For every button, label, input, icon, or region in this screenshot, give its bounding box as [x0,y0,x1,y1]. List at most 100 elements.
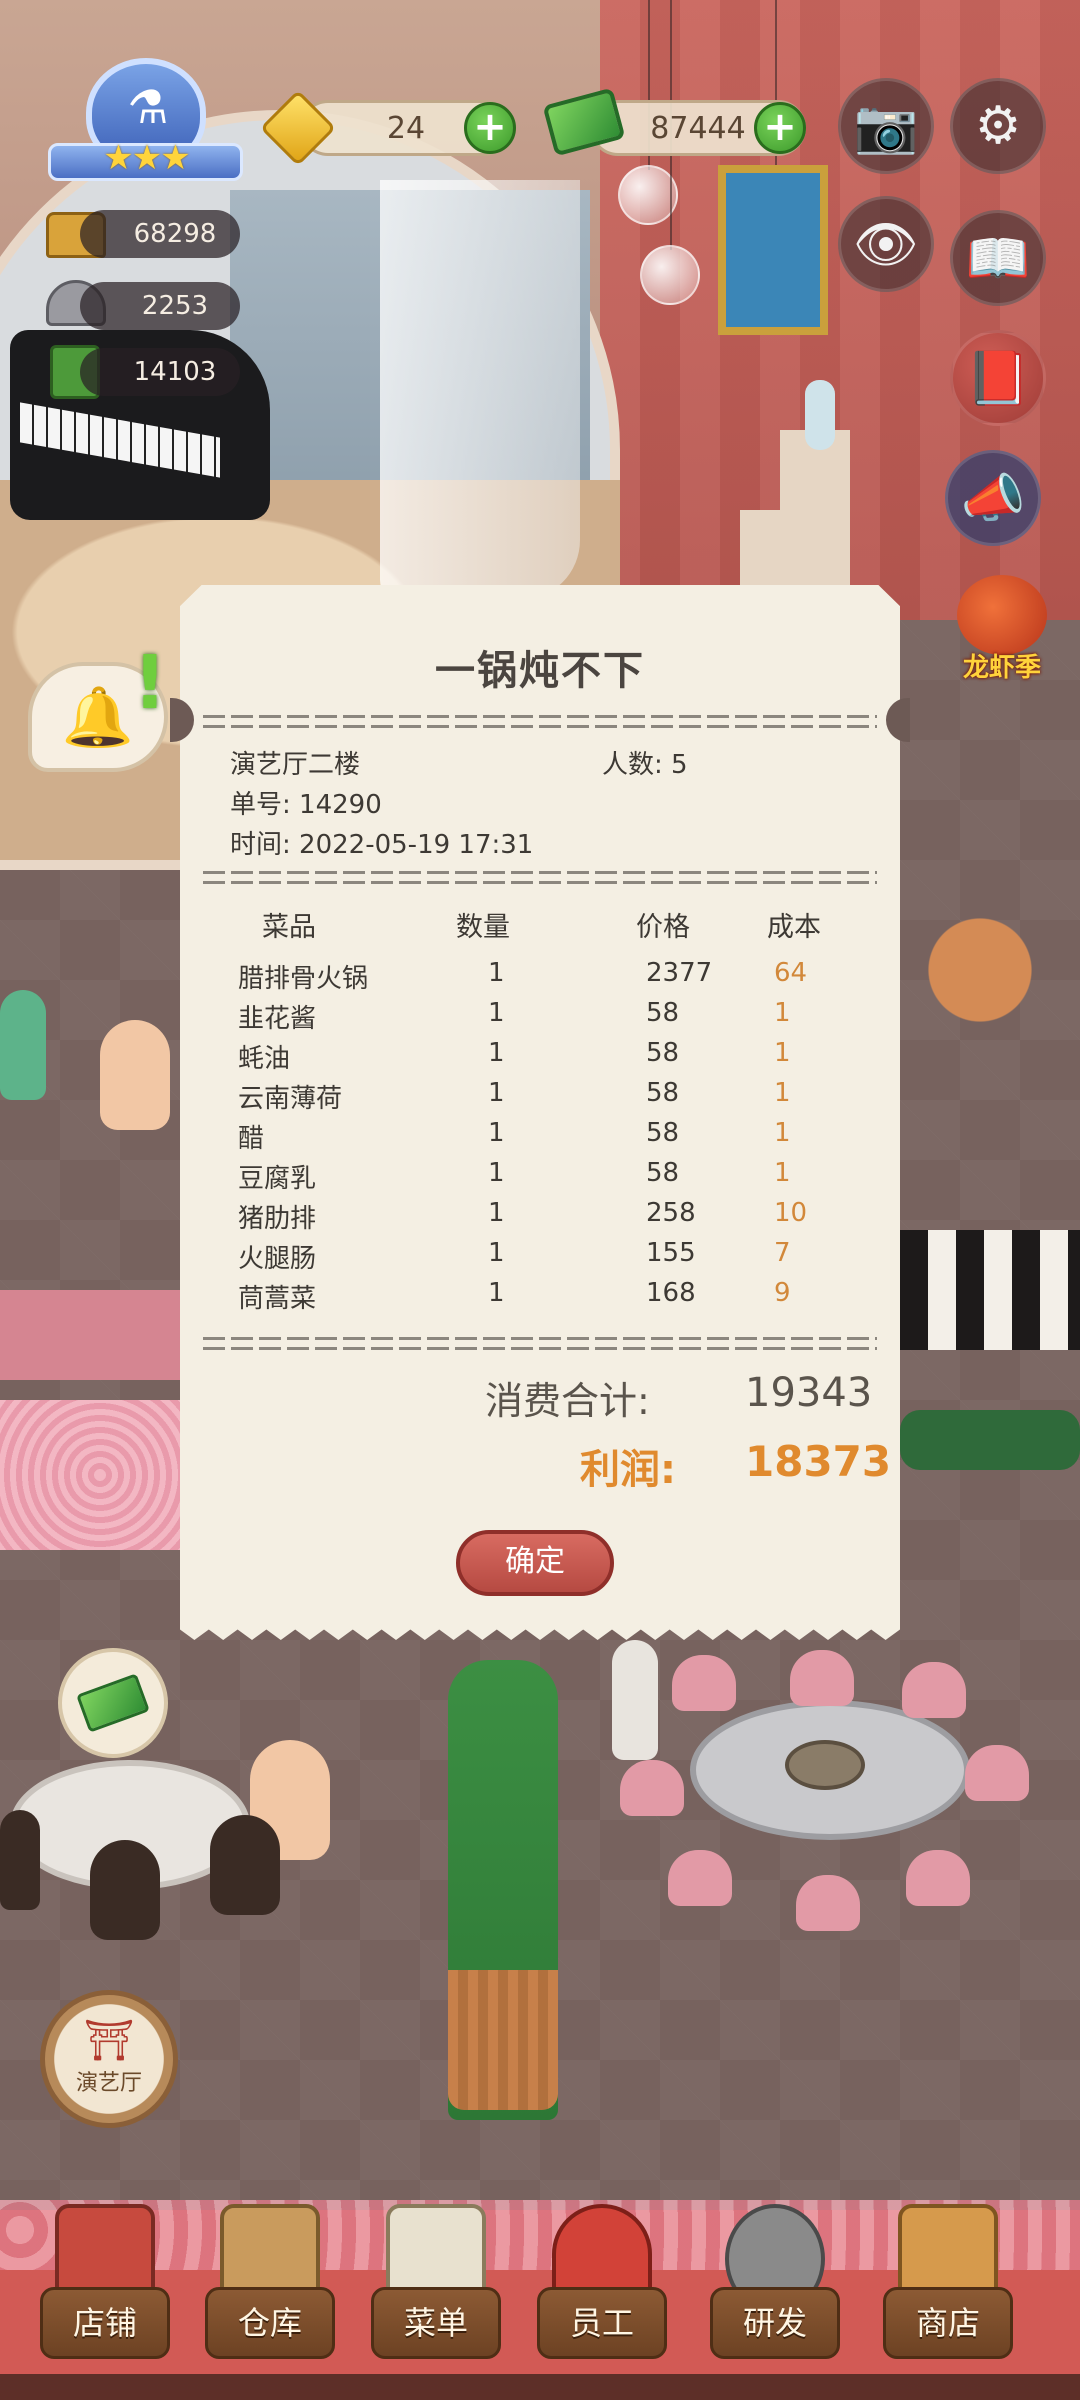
stat-dishes-value: 2253 [141,291,209,321]
camera-button[interactable]: 📷 [838,78,934,174]
time-value: 2022-05-19 17:31 [299,830,534,860]
nav-footer-strip [0,2374,1080,2400]
time-sep: : [282,830,291,860]
visibility-button[interactable]: 👁 [838,196,934,292]
dining-chair [672,1655,736,1711]
event-label: 龙虾季 [962,653,1041,683]
item-qty: 1 [488,1158,505,1188]
receipt-row: 蚝油 1 58 1 [230,1038,870,1078]
item-price: 58 [646,998,680,1028]
nav-staff[interactable]: 员工 [527,2190,677,2400]
item-qty: 1 [488,998,505,1028]
item-dish: 茼蒿菜 [238,1284,317,1314]
item-cost: 7 [774,1238,791,1268]
pink-counter [0,1290,190,1380]
announcement-button[interactable]: 📣 [945,450,1041,546]
item-cost: 1 [774,1118,791,1148]
item-dish: 醋 [238,1124,265,1154]
mixing-bowl-icon: ⚗ [127,80,169,134]
customer-figure [210,1815,280,1915]
item-qty: 1 [488,1038,505,1068]
stat-recipes-value: 14103 [133,357,217,387]
nav-store[interactable]: 商店 [873,2190,1023,2400]
receipt-order-number: 单号: 14290 [230,784,382,821]
nav-store-label: 商店 [883,2287,1013,2359]
order-label: 单号 [230,790,283,820]
item-dish: 腊排骨火锅 [238,964,369,994]
dining-chair [902,1662,966,1718]
customer-figure [90,1840,160,1940]
nav-shop-label: 店铺 [40,2287,170,2359]
receipt-time: 时间: 2022-05-19 17:31 [230,824,533,861]
profit-value: 18373 [745,1437,892,1486]
item-qty: 1 [488,1278,505,1308]
pendant-lamp [640,245,700,305]
performance-hall-button[interactable]: ⛩ 演艺厅 [40,1990,178,2128]
hall-icon: ⛩ [83,2018,135,2064]
nav-storage[interactable]: 仓库 [195,2190,345,2400]
megaphone-icon: 📣 [960,468,1026,529]
add-cash-button[interactable]: + [754,102,806,154]
item-price: 168 [646,1278,696,1308]
item-dish: 猪肋排 [238,1204,317,1234]
star-rating: ★★★ [103,138,190,178]
help-book-button[interactable]: 📖 [950,210,1046,306]
receipt-row: 韭花酱 1 58 1 [230,998,870,1038]
dining-chair [620,1760,684,1816]
nav-menu[interactable]: 菜单 [361,2190,511,2400]
stat-dishes: 2253 [80,282,240,330]
item-dish: 豆腐乳 [238,1164,317,1194]
customer-figure [0,1810,40,1910]
order-value: 14290 [299,790,382,820]
lobster-season-event-button[interactable]: 龙虾季 [942,575,1062,705]
confirm-button[interactable]: 确定 [456,1530,614,1596]
item-price: 2377 [646,958,713,988]
settings-button[interactable]: ⚙ [950,78,1046,174]
recipe-button[interactable]: 📕 [950,330,1046,426]
item-dish: 云南薄荷 [238,1084,343,1114]
item-qty: 1 [488,1078,505,1108]
item-dish: 火腿肠 [238,1244,317,1274]
dining-chair [668,1850,732,1906]
customer-figure [0,990,46,1100]
people-sep: : [654,750,663,780]
dining-chair [796,1875,860,1931]
nav-shop[interactable]: 店铺 [30,2190,180,2400]
eye-icon: 👁 [852,214,919,275]
receipt-divider [203,1334,877,1350]
item-price: 58 [646,1118,680,1148]
column-header-price: 价格 [636,912,690,943]
item-price: 58 [646,1078,680,1108]
item-price: 155 [646,1238,696,1268]
nav-research[interactable]: 研发 [700,2190,850,2400]
receipt-item-list: 腊排骨火锅 1 2377 64 韭花酱 1 58 1 蚝油 1 58 1 云南薄… [230,958,870,1318]
collect-money-bubble[interactable] [58,1648,168,1758]
restaurant-rank-badge[interactable]: ⚗ ★★★ [48,58,243,188]
item-cost: 1 [774,1038,791,1068]
profit-label: 利润: [580,1447,676,1493]
item-price: 58 [646,1038,680,1068]
recipe-book-icon: 📕 [965,348,1031,409]
total-value: 19343 [745,1370,873,1416]
dining-chair [906,1850,970,1906]
striped-awning [900,1230,1080,1350]
item-dish: 韭花酱 [238,1004,317,1034]
receipt-row: 豆腐乳 1 58 1 [230,1158,870,1198]
bell-icon: 🔔 [61,682,135,751]
flower-carpet [0,1400,200,1550]
total-label: 消费合计: [485,1379,650,1423]
flower-vase [805,380,835,450]
time-label: 时间 [230,830,283,860]
item-qty: 1 [488,1238,505,1268]
receipt-row: 腊排骨火锅 1 2377 64 [230,958,870,998]
item-qty: 1 [488,1198,505,1228]
column-header-qty: 数量 [456,912,510,943]
item-price: 258 [646,1198,696,1228]
dining-chair [790,1650,854,1706]
item-qty: 1 [488,958,505,988]
stat-recipes: 14103 [80,348,240,396]
receipt-row: 火腿肠 1 155 7 [230,1238,870,1278]
hall-label: 演艺厅 [75,2071,142,2096]
add-gems-button[interactable]: + [464,102,516,154]
bear-painting [718,165,828,335]
